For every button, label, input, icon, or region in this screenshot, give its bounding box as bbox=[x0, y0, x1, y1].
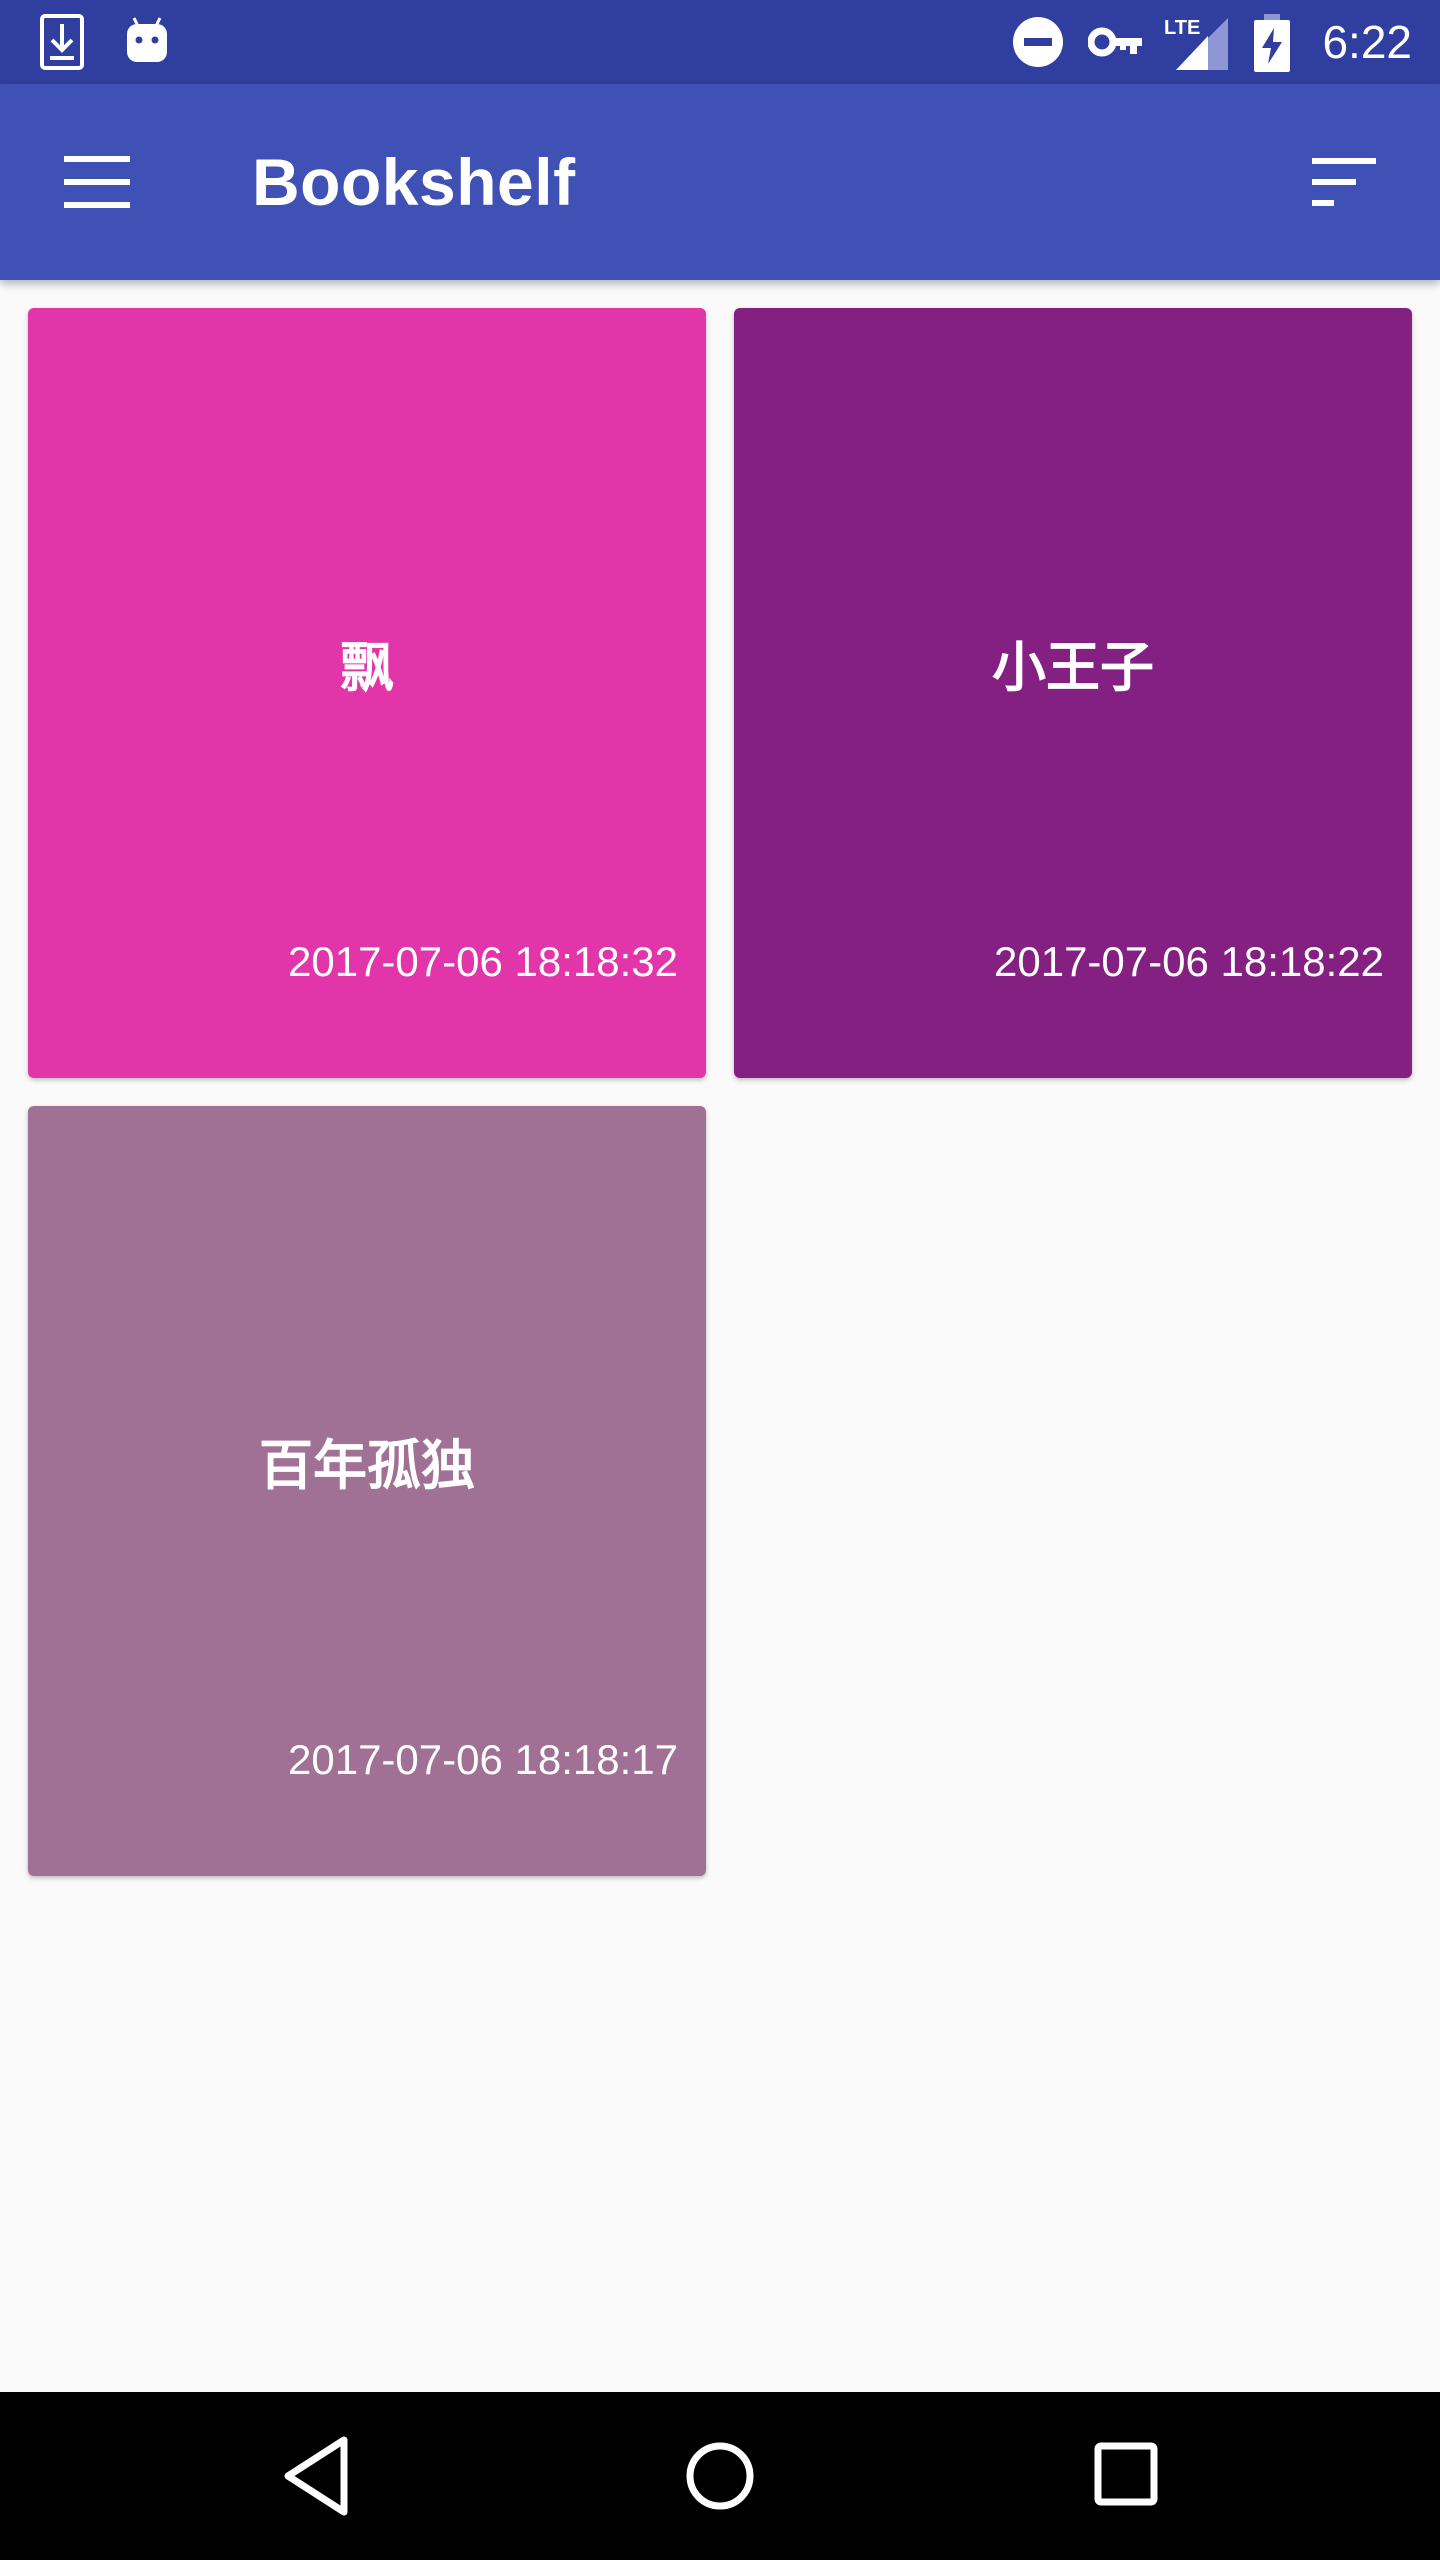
status-time: 6:22 bbox=[1322, 16, 1412, 68]
battery-charging-icon bbox=[1254, 14, 1290, 72]
book-title: 飘 bbox=[340, 636, 394, 699]
recents-icon[interactable] bbox=[1082, 2430, 1174, 2522]
vpn-key-icon bbox=[1088, 27, 1142, 57]
book-card[interactable]: 飘 2017-07-06 18:18:32 bbox=[28, 308, 706, 1078]
status-bar: LTE 6:22 bbox=[0, 0, 1440, 84]
back-icon[interactable] bbox=[264, 2434, 364, 2518]
lte-signal-icon: LTE bbox=[1164, 17, 1228, 70]
menu-icon[interactable] bbox=[40, 124, 156, 240]
download-notification-icon bbox=[40, 14, 84, 70]
home-icon[interactable] bbox=[670, 2426, 770, 2526]
book-title: 百年孤独 bbox=[259, 1434, 475, 1497]
app-bar: Bookshelf bbox=[0, 84, 1440, 280]
android-notification-icon bbox=[127, 17, 167, 62]
book-title: 小王子 bbox=[992, 636, 1154, 699]
sort-icon[interactable] bbox=[1288, 124, 1404, 240]
book-date: 2017-07-06 18:18:32 bbox=[288, 938, 678, 985]
network-label: LTE bbox=[1164, 17, 1200, 39]
book-card[interactable]: 小王子 2017-07-06 18:18:22 bbox=[734, 308, 1412, 1078]
page-title: Bookshelf bbox=[252, 145, 576, 219]
book-card[interactable]: 百年孤独 2017-07-06 18:18:17 bbox=[28, 1106, 706, 1876]
book-date: 2017-07-06 18:18:22 bbox=[994, 938, 1384, 985]
book-date: 2017-07-06 18:18:17 bbox=[288, 1736, 678, 1783]
navigation-bar bbox=[0, 2392, 1440, 2560]
do-not-disturb-icon bbox=[1013, 17, 1063, 67]
